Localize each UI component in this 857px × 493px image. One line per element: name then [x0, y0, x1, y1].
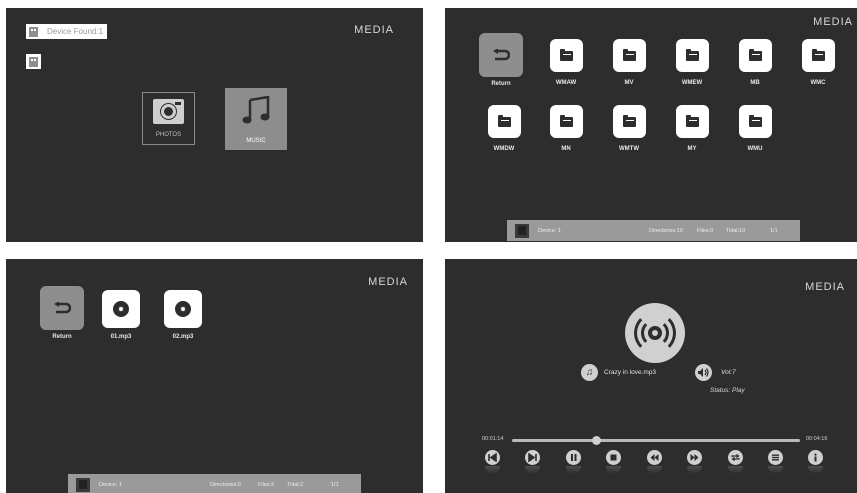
button-reflection	[808, 466, 823, 474]
media-home-screen: MEDIA Device Found:1 PHOTOS MUSIC	[6, 8, 423, 242]
usb-icon	[26, 24, 41, 39]
folder-mn[interactable]: MN	[535, 105, 597, 152]
folder-my[interactable]: MY	[661, 105, 723, 152]
stop-button[interactable]	[606, 450, 621, 465]
button-reflection	[768, 466, 783, 474]
folder-icon	[685, 48, 699, 61]
song-info: ♫ Crazy in love.mp3	[581, 364, 656, 381]
music-tile[interactable]: MUSIC	[225, 88, 287, 150]
media-title: MEDIA	[805, 281, 845, 293]
folder-icon	[622, 114, 636, 127]
return-button[interactable]: Return	[31, 286, 93, 340]
media-title: MEDIA	[813, 16, 853, 28]
volume-info: Vol:7	[695, 364, 736, 381]
files-count: Files:2	[258, 481, 275, 488]
volume-level: Vol:7	[721, 369, 736, 376]
folder-browser-screen: MEDIA Return WMAW MV WMEW MB WMC WMDW MN…	[445, 8, 857, 242]
pause-button[interactable]	[566, 450, 581, 465]
folder-icon	[685, 114, 699, 127]
status-bar: Device: 1 Directories:10 Files:0 Total:1…	[507, 220, 800, 241]
button-reflection	[647, 466, 662, 474]
repeat-button[interactable]	[728, 450, 743, 465]
device-found-text: Device Found:1	[47, 27, 104, 36]
next-icon	[528, 453, 537, 462]
total-count: Total:2	[287, 481, 304, 488]
rewind-icon	[650, 454, 659, 461]
play-status: Status: Play	[710, 387, 745, 394]
photos-label: PHOTOS	[155, 132, 182, 138]
folder-wmtw[interactable]: WMTW	[598, 105, 660, 152]
device-count: Device: 1	[99, 481, 122, 488]
song-title: Crazy in love.mp3	[604, 369, 657, 376]
album-disc-icon	[625, 303, 685, 363]
folder-icon	[559, 48, 573, 61]
disc-icon	[113, 301, 129, 317]
media-title: MEDIA	[354, 24, 394, 36]
total-count: Total:10	[726, 227, 746, 234]
directories-count: Directories:0	[210, 481, 241, 488]
button-reflection	[687, 466, 702, 474]
music-file-list-screen: MEDIA Return 01.mp3 02.mp3 Device: 1 Dir…	[6, 259, 423, 493]
folder-mb[interactable]: MB	[724, 39, 786, 86]
music-label: MUSIC	[246, 138, 266, 144]
page-indicator: 1/1	[331, 481, 339, 488]
return-icon	[40, 286, 84, 330]
usb-device-icon[interactable]	[26, 54, 41, 69]
button-reflection	[728, 466, 743, 474]
info-icon	[814, 453, 817, 462]
page-indicator: 1/1	[770, 227, 778, 234]
button-reflection	[606, 466, 621, 474]
folder-icon	[811, 48, 825, 61]
music-note-icon: ♫	[581, 364, 598, 381]
prev-button[interactable]	[485, 450, 500, 465]
folder-icon	[748, 48, 762, 61]
usb-icon	[76, 477, 90, 492]
playlist-button[interactable]	[768, 450, 783, 465]
prev-icon	[488, 453, 497, 462]
folder-wmc[interactable]: WMC	[787, 39, 849, 86]
repeat-icon	[731, 454, 740, 461]
directories-count: Directories:10	[649, 227, 683, 234]
progress-knob[interactable]	[591, 436, 601, 445]
pause-icon	[571, 454, 577, 461]
device-found-badge: Device Found:1	[26, 24, 108, 39]
rewind-button[interactable]	[647, 450, 662, 465]
button-reflection	[485, 466, 500, 474]
info-button[interactable]	[808, 450, 823, 465]
folder-mv[interactable]: MV	[598, 39, 660, 86]
next-button[interactable]	[525, 450, 540, 465]
fast-forward-button[interactable]	[687, 450, 702, 465]
return-icon	[479, 33, 523, 77]
file-02-mp3[interactable]: 02.mp3	[152, 290, 214, 340]
file-01-mp3[interactable]: 01.mp3	[90, 290, 152, 340]
folder-wmaw[interactable]: WMAW	[535, 39, 597, 86]
folder-icon	[622, 48, 636, 61]
folder-wmew[interactable]: WMEW	[661, 39, 723, 86]
stop-icon	[610, 454, 617, 461]
speaker-icon	[695, 364, 712, 381]
status-bar: Device: 1 Directories:0 Files:2 Total:2 …	[68, 474, 361, 493]
total-duration: 00:04:16	[806, 436, 828, 442]
photos-tile[interactable]: PHOTOS	[142, 92, 195, 145]
progress-bar[interactable]	[512, 439, 800, 442]
return-button[interactable]: Return	[470, 33, 532, 87]
elapsed-time: 00:01:14	[482, 436, 504, 442]
usb-icon	[515, 223, 529, 238]
disc-icon	[175, 301, 191, 317]
folder-icon	[748, 114, 762, 127]
camera-icon	[153, 99, 184, 124]
folder-icon	[497, 114, 511, 127]
playlist-icon	[772, 454, 779, 461]
button-reflection	[525, 466, 540, 474]
music-player-screen: MEDIA ♫ Crazy in love.mp3 Vol:7 Status: …	[445, 259, 857, 493]
folder-icon	[559, 114, 573, 127]
music-note-icon	[242, 96, 270, 124]
files-count: Files:0	[697, 227, 714, 234]
device-count: Device: 1	[538, 227, 561, 234]
media-title: MEDIA	[368, 276, 408, 288]
button-reflection	[566, 466, 581, 474]
fast-forward-icon	[690, 454, 699, 461]
folder-wmdw[interactable]: WMDW	[473, 105, 535, 152]
folder-wmu[interactable]: WMU	[724, 105, 786, 152]
